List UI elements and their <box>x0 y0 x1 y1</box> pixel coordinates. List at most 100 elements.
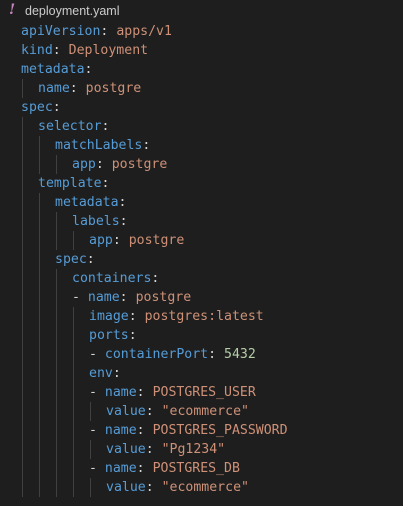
list-dash: - <box>89 385 105 400</box>
colon: : <box>145 480 154 495</box>
code-line[interactable]: apiVersion: apps/v1 <box>21 22 172 41</box>
code-line[interactable]: spec: <box>55 250 95 269</box>
colon: : <box>101 176 110 191</box>
code-line[interactable]: value: "ecommerce" <box>106 478 249 497</box>
yaml-key: labels <box>72 214 120 229</box>
code-line[interactable]: labels: <box>72 212 128 231</box>
list-dash: - <box>89 423 105 438</box>
yaml-key: name <box>104 461 137 476</box>
code-line[interactable]: selector: <box>38 117 109 136</box>
code-line[interactable]: metadata: <box>21 60 92 79</box>
indent-guide <box>22 79 23 98</box>
colon: : <box>52 43 61 58</box>
colon: : <box>151 271 160 286</box>
yaml-key: spec <box>55 252 87 267</box>
colon: : <box>119 214 128 229</box>
colon: : <box>95 157 104 172</box>
yaml-key: containers <box>72 271 152 286</box>
yaml-key: selector <box>38 119 102 134</box>
indent-guide <box>39 136 40 174</box>
yaml-value: Deployment <box>68 43 149 58</box>
code-line[interactable]: - containerPort: 5432 <box>89 345 256 364</box>
colon: : <box>119 290 128 305</box>
yaml-value: postgre <box>135 290 192 305</box>
yaml-value: POSTGRES_DB <box>152 461 240 476</box>
code-line[interactable]: ports: <box>89 326 137 345</box>
indent-guide <box>73 231 74 250</box>
code-line[interactable]: - name: POSTGRES_USER <box>89 383 256 402</box>
code-line[interactable]: image: postgres:latest <box>89 307 264 326</box>
colon: : <box>136 423 145 438</box>
code-line[interactable]: name: postgre <box>38 79 141 98</box>
yaml-value: postgre <box>111 157 168 172</box>
editor-tab[interactable]: ! deployment.yaml <box>0 0 403 22</box>
indent-guide <box>56 155 57 174</box>
indent-guide <box>90 402 91 421</box>
yaml-value: POSTGRES_USER <box>152 385 256 400</box>
list-dash: - <box>72 290 88 305</box>
colon: : <box>84 62 93 77</box>
code-line[interactable]: app: postgre <box>72 155 167 174</box>
code-line[interactable]: app: postgre <box>89 231 184 250</box>
indent-guide <box>39 193 40 497</box>
exclamation-icon: ! <box>9 2 16 18</box>
yaml-key: value <box>106 442 146 457</box>
code-line[interactable]: env: <box>89 364 121 383</box>
code-line[interactable]: kind: Deployment <box>21 41 148 60</box>
colon: : <box>86 252 95 267</box>
yaml-key: containerPort <box>104 347 209 362</box>
colon: : <box>136 461 145 476</box>
indent-guide <box>90 478 91 497</box>
yaml-key: app <box>72 157 96 172</box>
yaml-value: postgre <box>128 233 185 248</box>
colon: : <box>69 81 78 96</box>
yaml-key: metadata <box>21 62 85 77</box>
colon: : <box>136 385 145 400</box>
yaml-value: apps/v1 <box>116 24 172 39</box>
indent-guide <box>56 212 57 250</box>
tab-filename: deployment.yaml <box>25 4 120 18</box>
code-line[interactable]: value: "Pg1234" <box>106 440 225 459</box>
code-line[interactable]: template: <box>38 174 109 193</box>
yaml-key: name <box>104 385 137 400</box>
yaml-key: matchLabels <box>55 138 143 153</box>
indent-guide <box>22 117 23 497</box>
colon: : <box>101 119 110 134</box>
yaml-value: "ecommerce" <box>161 404 249 419</box>
yaml-value: POSTGRES_PASSWORD <box>152 423 288 438</box>
code-line[interactable]: value: "ecommerce" <box>106 402 249 421</box>
yaml-key: image <box>89 309 129 324</box>
code-editor[interactable]: apiVersion: apps/v1 kind: Deployment metad… <box>0 22 403 506</box>
yaml-key: ports <box>89 328 129 343</box>
yaml-key: kind <box>21 43 53 58</box>
list-dash: - <box>89 347 105 362</box>
yaml-value: "ecommerce" <box>161 480 249 495</box>
colon: : <box>208 347 217 362</box>
yaml-key: apiVersion <box>21 24 101 39</box>
code-line[interactable]: - name: postgre <box>72 288 191 307</box>
yaml-key: name <box>104 423 137 438</box>
list-dash: - <box>89 461 105 476</box>
code-line[interactable]: containers: <box>72 269 159 288</box>
yaml-key: app <box>89 233 113 248</box>
yaml-key: name <box>38 81 70 96</box>
code-line[interactable]: - name: POSTGRES_DB <box>89 459 240 478</box>
yaml-key: value <box>106 404 146 419</box>
code-line[interactable]: metadata: <box>55 193 126 212</box>
code-line[interactable]: spec: <box>21 98 61 117</box>
yaml-value: "Pg1234" <box>161 442 226 457</box>
yaml-key: metadata <box>55 195 119 210</box>
code-line[interactable]: matchLabels: <box>55 136 150 155</box>
yaml-key: name <box>87 290 120 305</box>
colon: : <box>145 404 154 419</box>
yaml-key: value <box>106 480 146 495</box>
colon: : <box>128 328 137 343</box>
yaml-value: postgre <box>85 81 142 96</box>
yaml-key: spec <box>21 100 53 115</box>
code-line[interactable]: - name: POSTGRES_PASSWORD <box>89 421 288 440</box>
indent-guide <box>90 440 91 459</box>
indent-guide <box>56 269 57 497</box>
colon: : <box>142 138 151 153</box>
colon: : <box>100 24 109 39</box>
indent-guide <box>73 307 74 497</box>
